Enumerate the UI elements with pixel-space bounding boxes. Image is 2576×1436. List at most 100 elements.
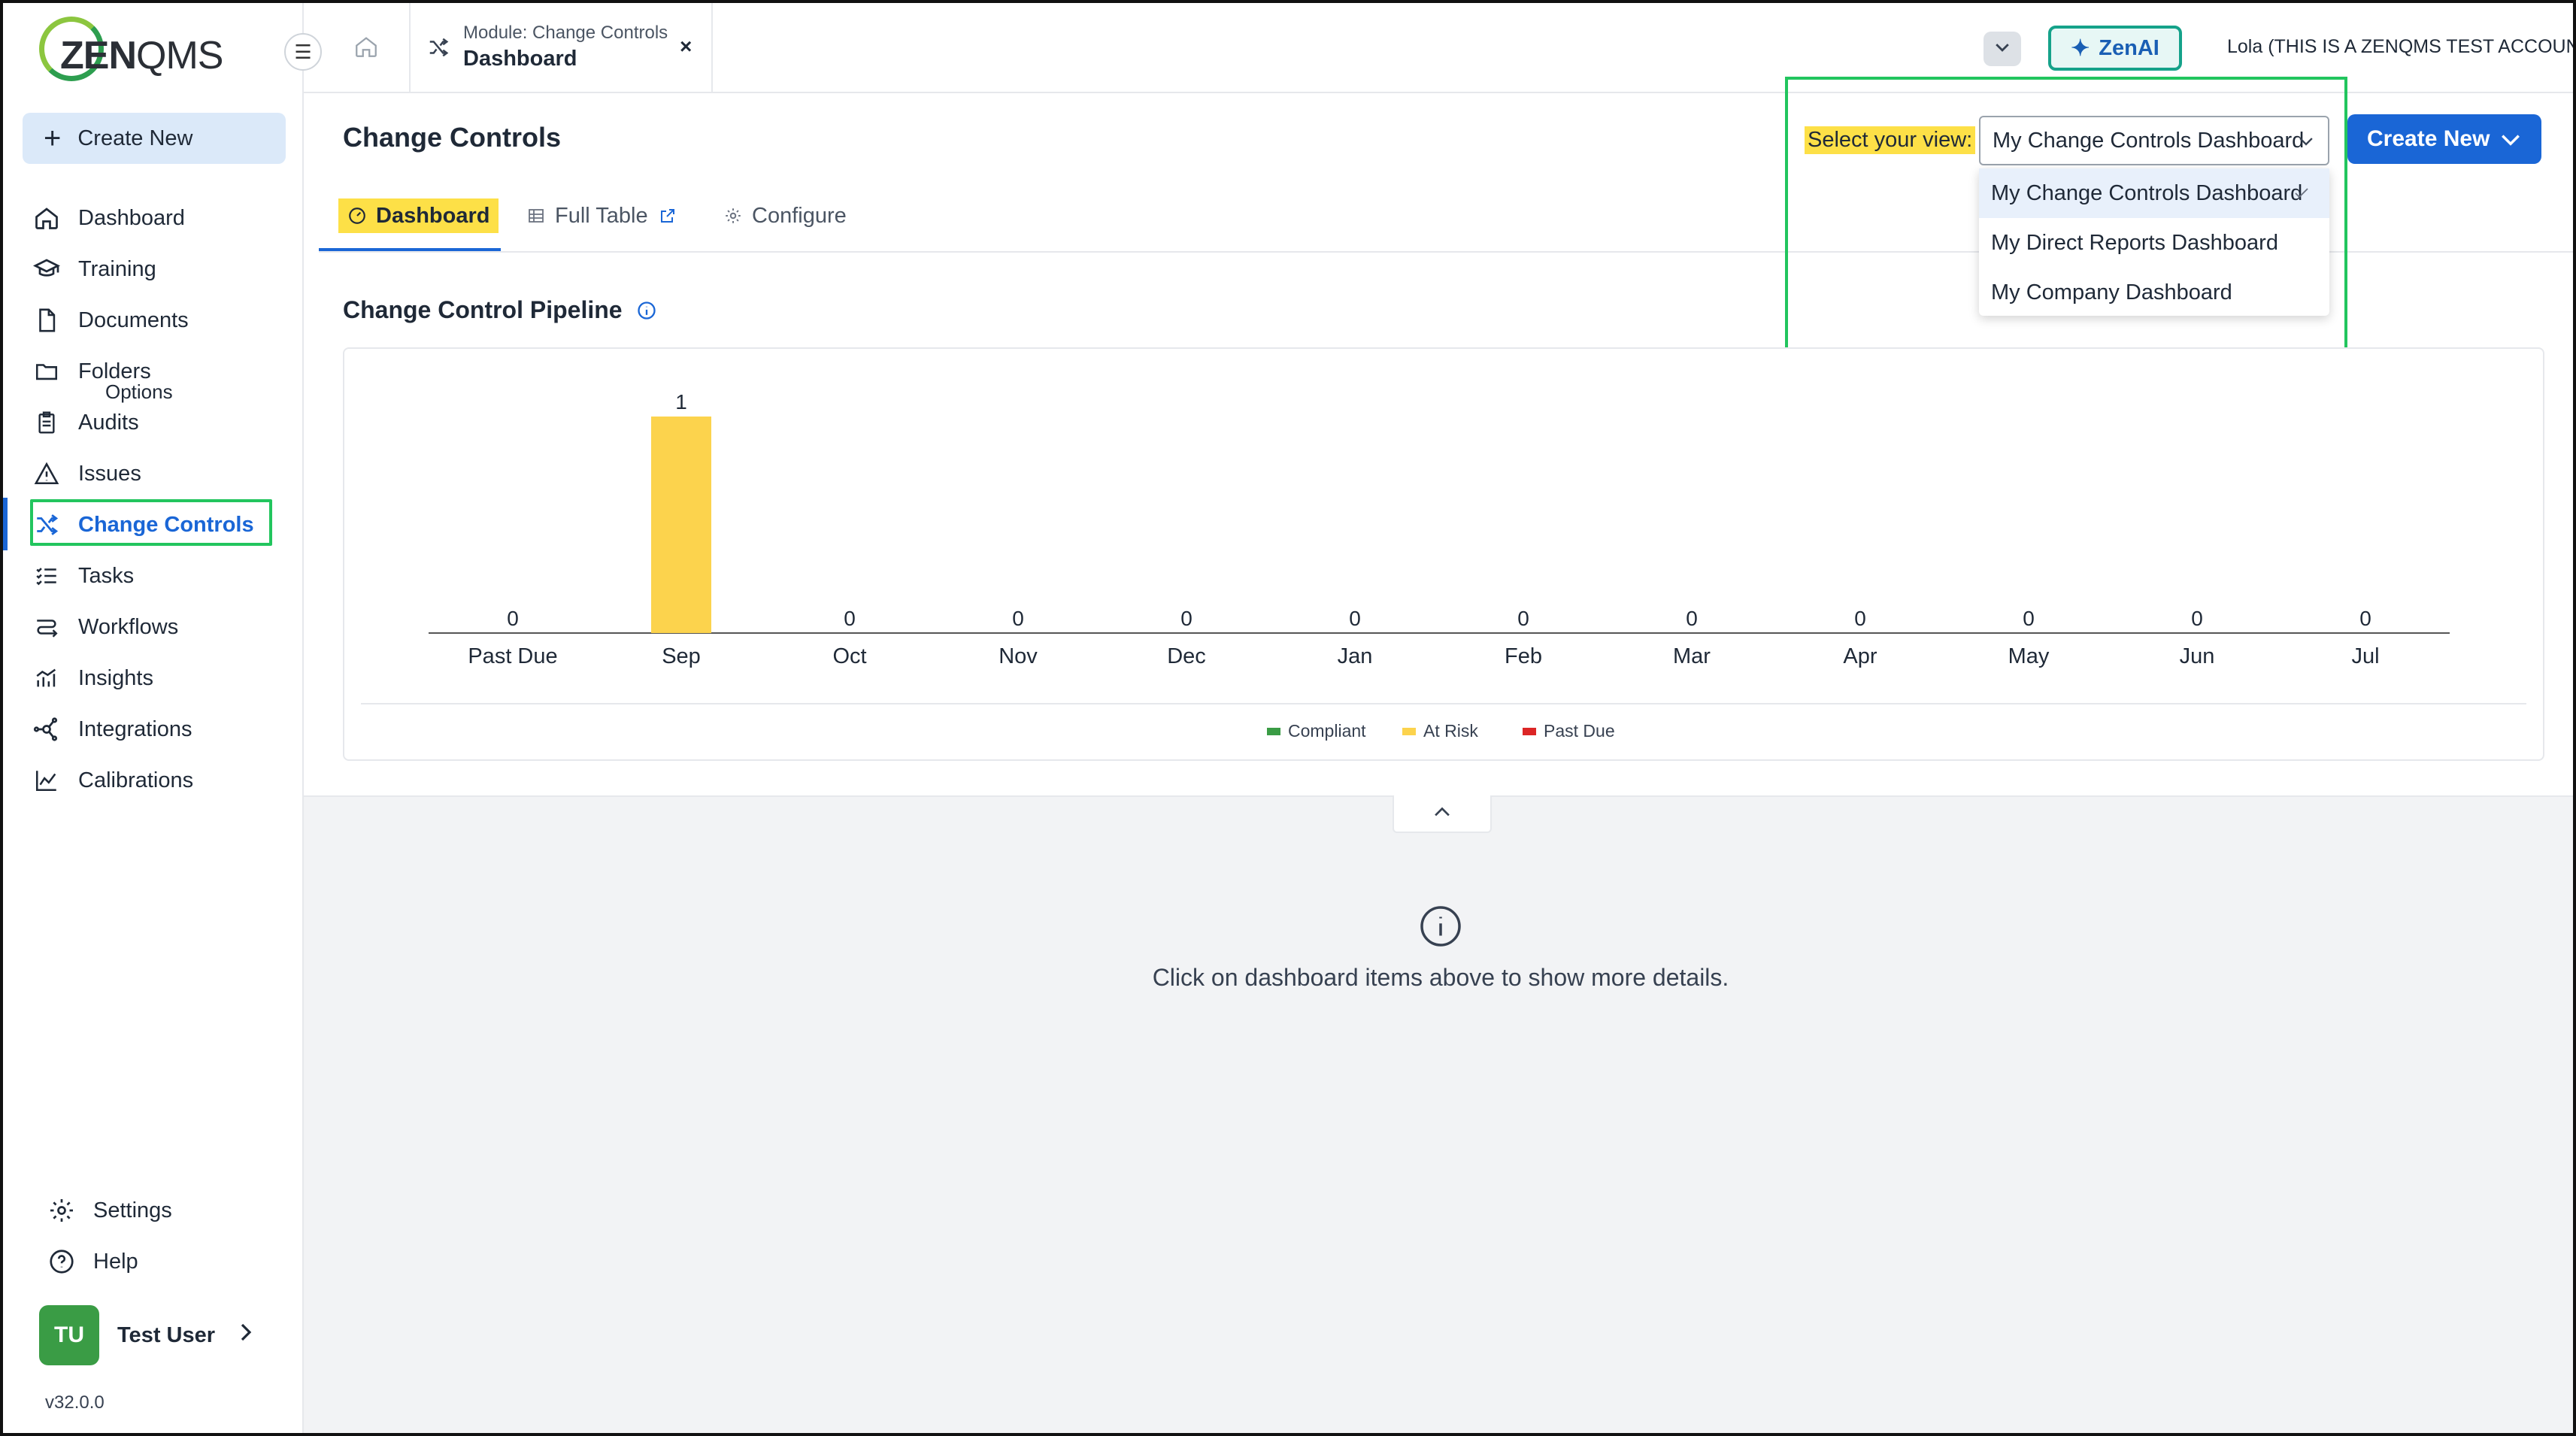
sidebar-item-workflows[interactable]: Workflows xyxy=(30,604,178,650)
pipeline-chart: 0 Past Due 1 Sep 0 Oct 0 Nov 0 Dec 0 Jan 0 Feb 0 Mar 0 Ap… xyxy=(343,347,2544,761)
zenqms-logo[interactable]: ZENQMS xyxy=(39,17,223,81)
chevron-down-icon xyxy=(2298,131,2314,158)
bar-value-label: 0 xyxy=(1012,607,1024,630)
zenai-button[interactable]: ✦ ZenAI xyxy=(2048,26,2182,71)
module-tab[interactable]: Module: Change Controls Dashboard × xyxy=(409,3,713,92)
chevron-up-icon xyxy=(1432,806,1452,822)
bar-value-label: 0 xyxy=(2023,607,2035,630)
chart-bar[interactable] xyxy=(651,417,711,633)
network-icon xyxy=(30,713,63,746)
sidebar-item-documents[interactable]: Documents xyxy=(30,298,189,343)
sparkle-icon: ✦ xyxy=(2071,35,2090,61)
create-new-button[interactable]: Create New xyxy=(2347,114,2541,164)
hamburger-icon: ☰ xyxy=(294,40,312,63)
graduation-cap-icon xyxy=(30,253,63,286)
folder-icon xyxy=(30,355,63,388)
tab-configure[interactable]: Configure xyxy=(723,198,847,233)
external-link-icon xyxy=(659,207,677,225)
zenai-label: ZenAI xyxy=(2099,35,2159,60)
bar-value-label: 0 xyxy=(1517,607,1529,630)
legend-label: Past Due xyxy=(1544,721,1615,741)
sidebar-item-calibrations[interactable]: Calibrations xyxy=(30,758,193,803)
chevron-down-icon xyxy=(2499,129,2522,155)
account-name[interactable]: Lola (THIS IS A ZENQMS TEST ACCOUNT) xyxy=(2227,36,2573,58)
page-title: Change Controls xyxy=(343,122,562,153)
tab-full-table[interactable]: Full Table xyxy=(526,198,677,233)
bar-value-label: 0 xyxy=(844,607,856,630)
x-tick-label: Oct xyxy=(832,644,866,668)
sidebar-item-issues[interactable]: Issues xyxy=(30,451,141,496)
module-tab-subtitle: Module: Change Controls xyxy=(463,23,668,43)
user-name: Test User xyxy=(117,1322,216,1347)
view-option-direct-reports[interactable]: My Direct Reports Dashboard xyxy=(1979,218,2329,268)
pipeline-title: Change Control Pipeline xyxy=(343,296,657,324)
collapse-button[interactable] xyxy=(1393,795,1492,833)
tabs-dropdown-button[interactable] xyxy=(1984,32,2021,66)
home-icon xyxy=(353,34,380,63)
x-tick-label: Jan xyxy=(1338,644,1373,668)
document-icon xyxy=(30,304,63,337)
x-tick-label: Sep xyxy=(662,644,701,668)
bar-chart-icon xyxy=(30,662,63,695)
legend-swatch xyxy=(1402,728,1416,735)
view-select[interactable]: My Change Controls Dashboard xyxy=(1979,116,2329,165)
view-select-value: My Change Controls Dashboard xyxy=(1993,128,2305,153)
app-version: v32.0.0 xyxy=(45,1392,105,1413)
details-panel: Click on dashboard items above to show m… xyxy=(304,795,2573,1433)
sidebar-item-training[interactable]: Training xyxy=(30,247,156,292)
checklist-icon xyxy=(30,559,63,592)
warning-icon xyxy=(30,457,63,490)
create-new-label: Create New xyxy=(77,126,193,150)
bar-value-label: 0 xyxy=(1686,607,1698,630)
sidebar-toggle-button[interactable]: ☰ xyxy=(284,33,322,71)
create-new-label: Create New xyxy=(2367,126,2490,151)
sidebar-item-settings[interactable]: Settings xyxy=(45,1188,172,1233)
view-dropdown-menu: My Change Controls Dashboard My Direct R… xyxy=(1979,168,2329,316)
x-tick-label: Jul xyxy=(2351,644,2379,668)
info-icon[interactable] xyxy=(636,300,657,321)
sidebar-item-tasks[interactable]: Tasks xyxy=(30,553,134,598)
view-option-my-change-controls[interactable]: My Change Controls Dashboard xyxy=(1979,168,2329,218)
close-tab-button[interactable]: × xyxy=(680,35,692,59)
sidebar-item-help[interactable]: Help xyxy=(45,1239,138,1284)
create-new-button[interactable]: + Create New xyxy=(23,113,286,164)
tab-dashboard[interactable]: Dashboard xyxy=(338,198,499,233)
x-tick-label: Nov xyxy=(999,644,1038,668)
bar-value-label: 0 xyxy=(507,607,519,630)
sidebar-item-integrations[interactable]: Integrations xyxy=(30,707,192,752)
plus-icon: + xyxy=(44,122,62,155)
active-indicator xyxy=(3,498,8,550)
user-menu[interactable]: TU Test User xyxy=(39,1305,253,1365)
workflow-icon xyxy=(30,610,63,644)
x-tick-label: Mar xyxy=(1673,644,1711,668)
legend-swatch xyxy=(1523,728,1536,735)
sidebar-item-audits[interactable]: Audits xyxy=(30,400,139,445)
avatar: TU xyxy=(39,1305,99,1365)
help-circle-icon xyxy=(45,1245,78,1278)
bar-value-label: 0 xyxy=(1854,607,1866,630)
check-icon xyxy=(2292,183,2311,208)
x-tick-label: May xyxy=(2008,644,2050,668)
sidebar: ZENQMS + Create New Dashboard Training D… xyxy=(3,3,304,1433)
sidebar-item-dashboard[interactable]: Dashboard xyxy=(30,195,185,241)
legend-label: At Risk xyxy=(1423,721,1478,741)
annotation-box-change-controls xyxy=(30,499,272,546)
app-window: ZENQMS + Create New Dashboard Training D… xyxy=(0,0,2576,1436)
sidebar-item-insights[interactable]: Insights xyxy=(30,656,153,701)
line-chart-icon xyxy=(30,764,63,797)
x-tick-label: Dec xyxy=(1167,644,1206,668)
active-tab-underline xyxy=(319,248,501,251)
home-icon xyxy=(30,201,63,235)
gear-icon xyxy=(45,1194,78,1227)
main-content: Change Controls Dashboard Full Table Con… xyxy=(304,77,2573,1433)
home-tab[interactable] xyxy=(340,26,392,71)
chevron-right-icon xyxy=(238,1322,253,1349)
select-view-label: Select your view: xyxy=(1805,126,1976,154)
dashboard-gauge-icon xyxy=(347,206,367,226)
view-option-company[interactable]: My Company Dashboard xyxy=(1979,268,2329,317)
info-circle-icon xyxy=(1418,904,1463,953)
bar-value-label: 1 xyxy=(675,390,687,414)
shuffle-icon xyxy=(426,36,451,62)
x-tick-label: Jun xyxy=(2180,644,2215,668)
x-tick-label: Apr xyxy=(1843,644,1877,668)
